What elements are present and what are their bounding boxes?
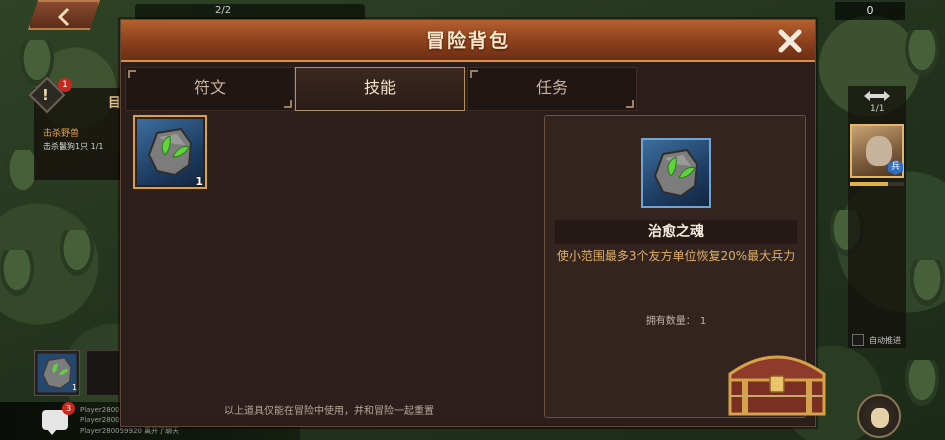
back-arrow-icon	[57, 7, 70, 27]
quick-slot-count: 1	[72, 383, 78, 392]
tree	[0, 250, 34, 296]
chat-line: Player280059920 离开了聊天	[80, 427, 180, 435]
tab-skills[interactable]: 技能	[295, 67, 465, 111]
bag-hint-text: 以上道具仅能在冒险中使用，并和冒险一起重置	[224, 406, 434, 417]
back-button[interactable]	[28, 0, 100, 30]
tree	[910, 260, 944, 306]
item-grid: 1	[125, 111, 537, 417]
detail-item-name: 治愈之魂	[648, 224, 704, 240]
money-bag-button[interactable]	[857, 394, 901, 438]
close-icon	[778, 29, 802, 53]
auto-battle-checkbox[interactable]	[852, 334, 864, 346]
chat-line: Player2800	[80, 406, 120, 414]
chat-badge: 3	[62, 402, 75, 415]
auto-battle-label: 自动推进	[869, 336, 901, 345]
detail-owned-count: 拥有数量： 1	[545, 312, 807, 327]
hero-level-bar	[850, 182, 904, 186]
treasure-chest-icon	[728, 355, 826, 416]
owned-label: 拥有数量：	[645, 316, 696, 327]
tab-label: 技能	[363, 78, 396, 97]
owned-value: 1	[699, 316, 707, 327]
tree	[60, 230, 94, 276]
tab-tasks[interactable]: 任务	[467, 67, 637, 111]
tab-label: 符文	[193, 78, 226, 97]
tab-runes[interactable]: 符文	[125, 67, 295, 111]
detail-item-description: 使小范围最多3个友方单位恢复20%最大兵力	[556, 249, 796, 263]
item-slot-healing-soul[interactable]: 1	[133, 115, 207, 189]
stage-progress: 2/2	[135, 4, 365, 20]
chat-line: Player2800	[80, 416, 120, 424]
quest-description: 击杀鬣狗1只 1/1	[43, 142, 104, 151]
tab-label: 任务	[535, 78, 568, 97]
hero-count: 1/1	[870, 104, 885, 114]
quest-title: 击杀野兽	[43, 129, 80, 139]
tree	[905, 30, 939, 76]
bag-tabs: 符文 技能 任务	[125, 67, 637, 111]
tree	[905, 360, 939, 406]
adventure-bag-dialog: 冒险背包 符文 技能 任务 1 以上道具仅能在冒险中使用，并和冒险一起重置 治愈…	[120, 19, 816, 427]
item-count: 1	[195, 175, 203, 188]
resource-counter: 0	[835, 2, 905, 20]
quest-badge: 1	[58, 78, 72, 92]
close-button[interactable]	[775, 26, 805, 56]
healing-soul-icon	[653, 148, 699, 198]
swap-arrows-icon[interactable]	[862, 90, 892, 102]
dialog-title: 冒险背包	[425, 30, 510, 52]
detail-item-icon	[641, 138, 711, 208]
stage-progress-text: 2/2	[215, 5, 232, 16]
quick-skill-slot-empty[interactable]	[86, 350, 120, 396]
